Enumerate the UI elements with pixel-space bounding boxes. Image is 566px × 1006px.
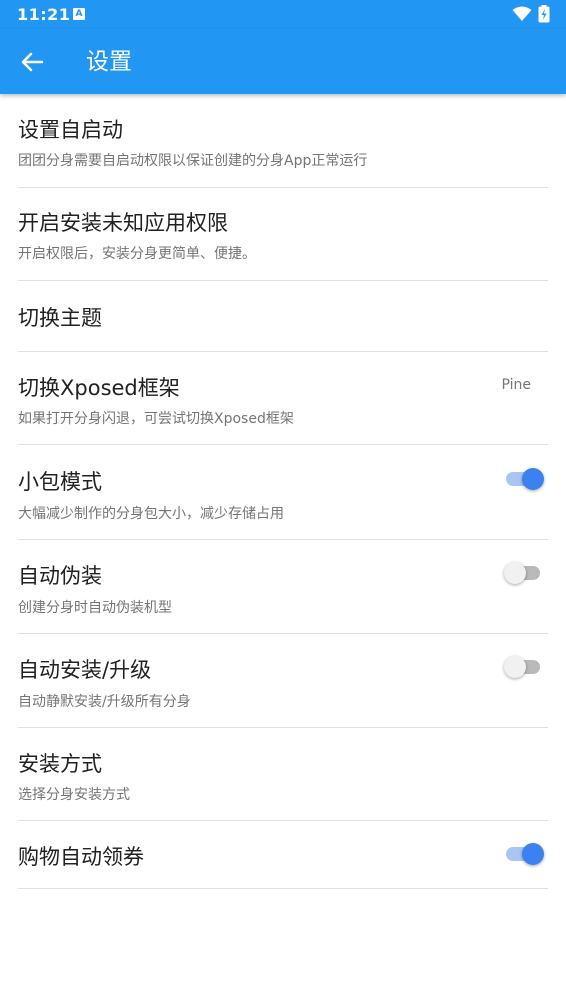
setting-title: 小包模式 (18, 470, 102, 494)
auto-disguise-toggle[interactable] (504, 560, 544, 586)
setting-small-package-mode[interactable]: 小包模式 大幅减少制作的分身包大小，减少存储占用 (0, 445, 566, 540)
setting-title: 设置自启动 (18, 118, 123, 142)
auto-install-toggle[interactable] (504, 654, 544, 680)
setting-title: 开启安装未知应用权限 (18, 211, 228, 235)
setting-install-method[interactable]: 安装方式 选择分身安装方式 (0, 728, 566, 821)
setting-switch-theme[interactable]: 切换主题 (0, 281, 566, 352)
setting-unknown-apps-permission[interactable]: 开启安装未知应用权限 开启权限后，安装分身更简单、便捷。 (0, 188, 566, 281)
setting-subtitle: 创建分身时自动伪装机型 (18, 600, 172, 616)
setting-title: 购物自动领券 (18, 845, 144, 869)
setting-value: Pine (501, 377, 531, 393)
divider (18, 888, 548, 889)
setting-title: 自动安装/升级 (18, 658, 152, 682)
setting-subtitle: 选择分身安装方式 (18, 787, 130, 803)
small-package-toggle[interactable] (504, 466, 544, 492)
setting-xposed-framework[interactable]: 切换Xposed框架 如果打开分身闪退，可尝试切换Xposed框架 Pine (0, 352, 566, 445)
setting-title: 自动伪装 (18, 564, 102, 588)
setting-auto-start[interactable]: 设置自启动 团团分身需要自启动权限以保证创建的分身App正常运行 (0, 94, 566, 188)
setting-shopping-coupons[interactable]: 购物自动领券 (0, 821, 566, 889)
setting-auto-disguise[interactable]: 自动伪装 创建分身时自动伪装机型 (0, 540, 566, 634)
setting-title: 切换主题 (18, 306, 102, 330)
settings-list: 设置自启动 团团分身需要自启动权限以保证创建的分身App正常运行 开启安装未知应… (0, 94, 566, 889)
shopping-coupons-toggle[interactable] (504, 841, 544, 867)
toggle-thumb (504, 656, 526, 678)
toggle-thumb (504, 562, 526, 584)
setting-title: 切换Xposed框架 (18, 376, 180, 400)
battery-charging-icon (538, 5, 550, 23)
status-time: 11:21 (17, 5, 71, 24)
page-title: 设置 (86, 49, 132, 75)
setting-auto-install-upgrade[interactable]: 自动安装/升级 自动静默安装/升级所有分身 (0, 634, 566, 728)
setting-subtitle: 自动静默安装/升级所有分身 (18, 694, 191, 710)
notification-a-icon: A (73, 8, 85, 20)
setting-title: 安装方式 (18, 752, 102, 776)
setting-subtitle: 团团分身需要自启动权限以保证创建的分身App正常运行 (18, 153, 368, 169)
arrow-back-icon[interactable] (16, 46, 48, 78)
toggle-thumb (522, 843, 544, 865)
toggle-thumb (522, 468, 544, 490)
setting-subtitle: 如果打开分身闪退，可尝试切换Xposed框架 (18, 411, 294, 427)
setting-subtitle: 开启权限后，安装分身更简单、便捷。 (18, 246, 256, 262)
status-bar: 11:21 A (0, 0, 566, 29)
wifi-icon (512, 6, 532, 21)
setting-subtitle: 大幅减少制作的分身包大小，减少存储占用 (18, 506, 284, 522)
app-bar: 设置 (0, 29, 566, 94)
